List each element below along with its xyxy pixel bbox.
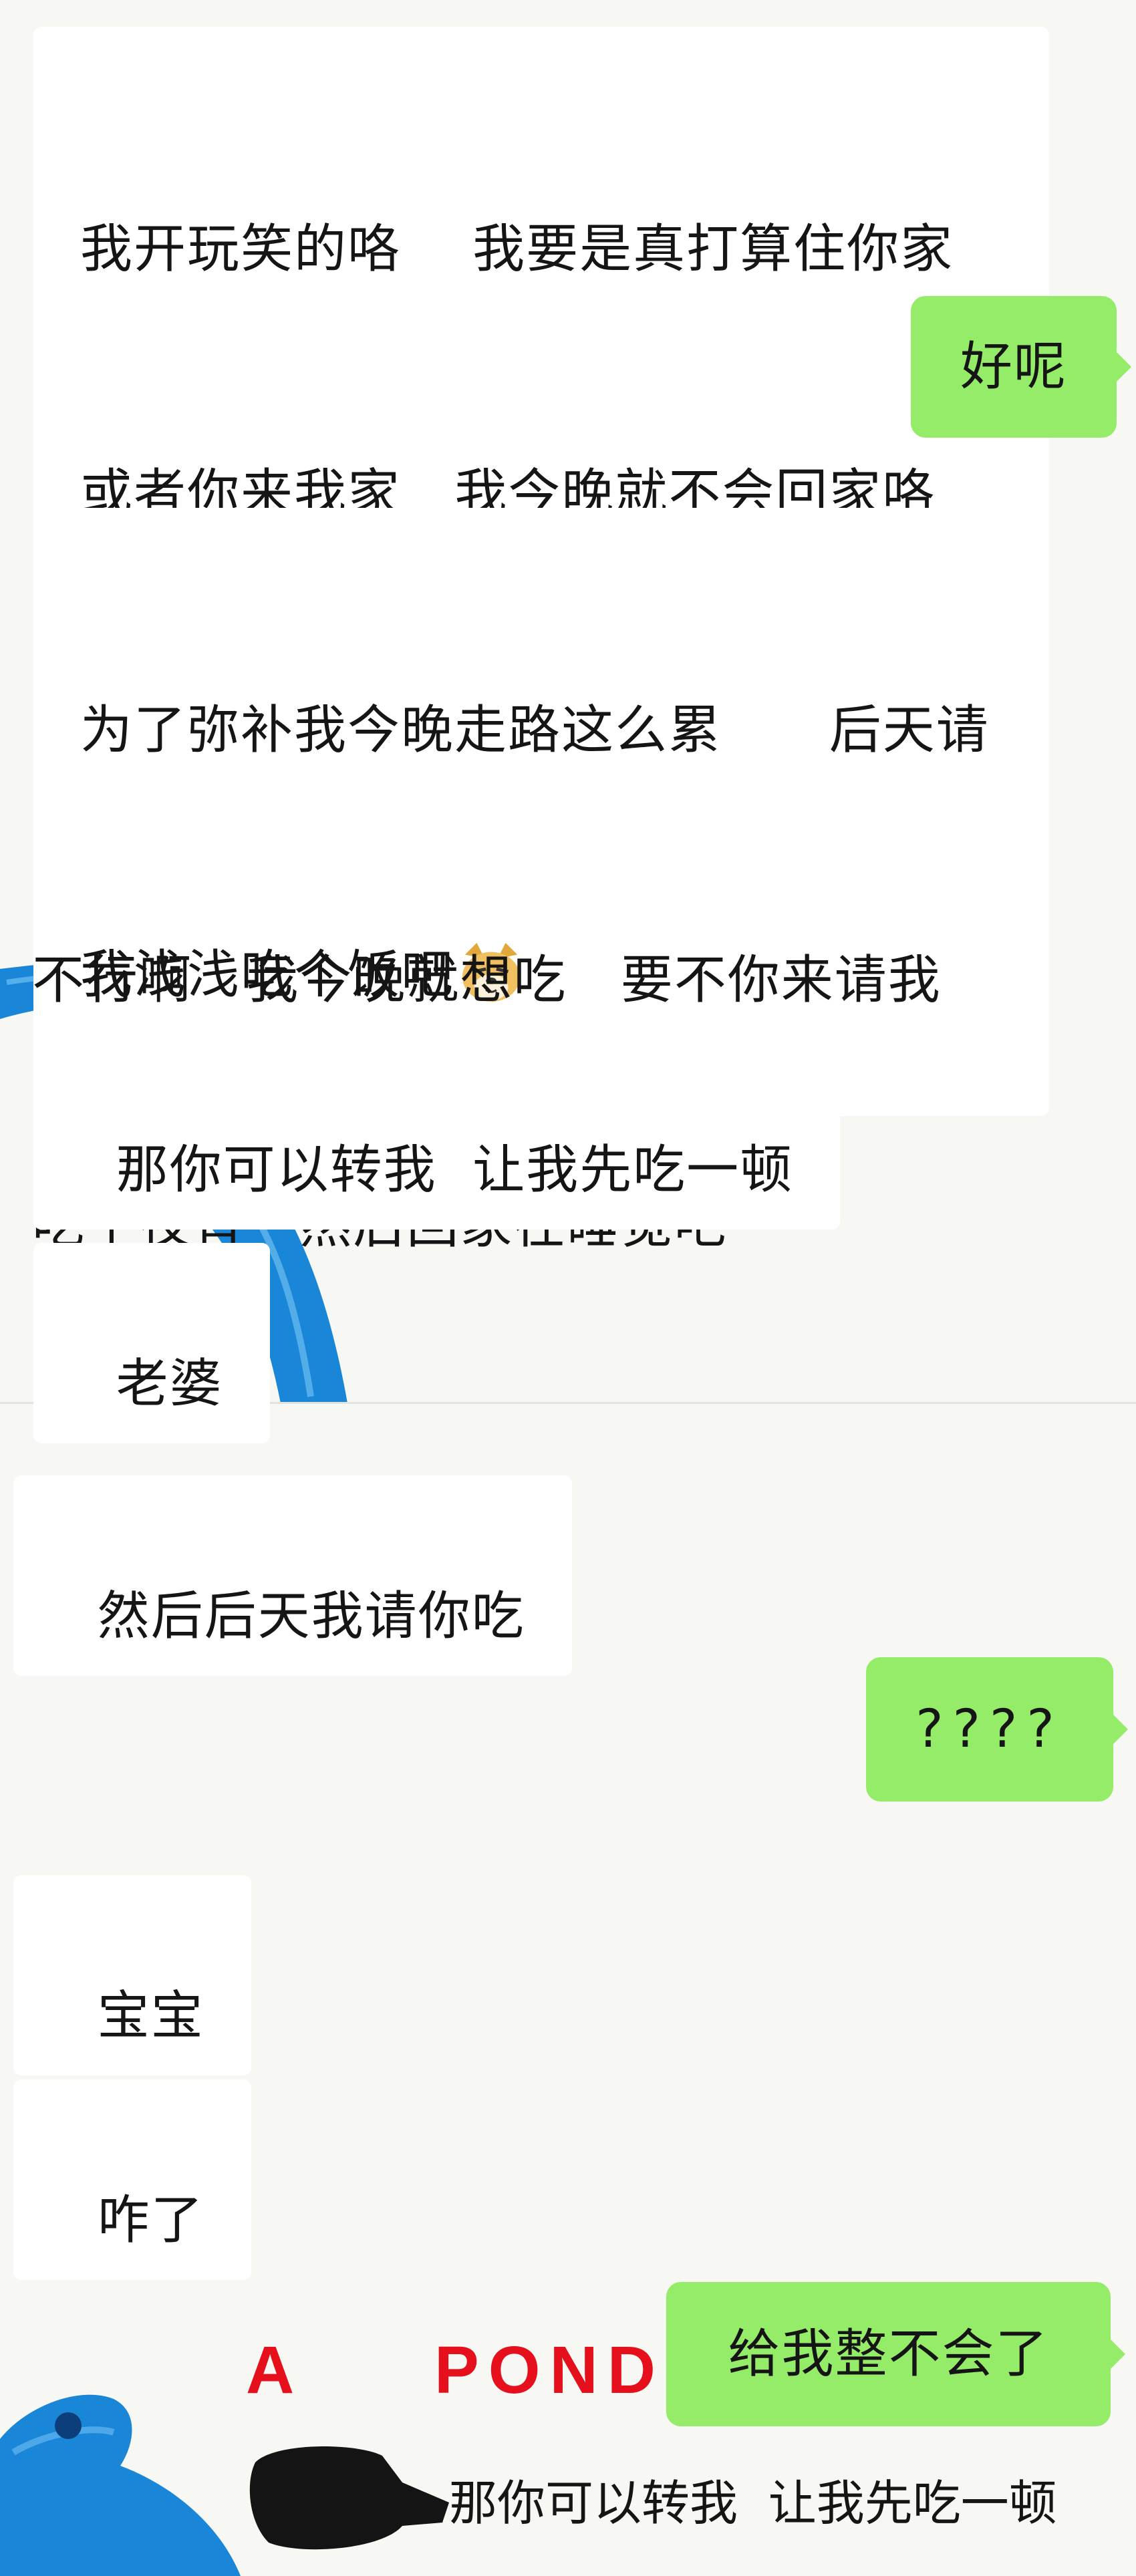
message-text: 好呢 bbox=[960, 337, 1067, 397]
incoming-message[interactable]: 然后后天我请你吃 bbox=[13, 1475, 572, 1676]
message-line: 为了弥补我今晚走路这么累 后天请 bbox=[80, 700, 990, 760]
outgoing-message[interactable]: 好呢 bbox=[911, 296, 1131, 438]
blue-paint-creature bbox=[0, 2394, 241, 2576]
outgoing-message[interactable]: ???? bbox=[866, 1657, 1128, 1802]
message-text: 咋了 bbox=[97, 2190, 204, 2251]
incoming-message[interactable]: 老婆 bbox=[33, 1243, 270, 1443]
incoming-message[interactable]: 宝宝 bbox=[13, 1875, 251, 2076]
message-text: 老婆 bbox=[116, 1354, 223, 1414]
incoming-message[interactable]: 那你可以转我 让我先吃一顿 bbox=[33, 1029, 841, 1230]
outgoing-message[interactable]: 给我整不会了 bbox=[666, 2282, 1125, 2426]
message-line: 我开玩笑的咯 我要是真打算住你家 bbox=[80, 219, 954, 279]
message-text: ???? bbox=[915, 1699, 1064, 1759]
painted-letter-a: A bbox=[246, 2333, 304, 2408]
painted-word-pond: POND bbox=[434, 2333, 665, 2408]
meme-caption: 那你可以转我 让我先吃一顿 bbox=[449, 2475, 1057, 2531]
message-text: 然后后天我请你吃 bbox=[97, 1586, 525, 1647]
message-text: 宝宝 bbox=[97, 1986, 204, 2046]
message-line: 不行啊 我今晚就想吃 要不你来请我 bbox=[32, 950, 942, 1010]
incoming-message[interactable]: 咋了 bbox=[13, 2080, 251, 2280]
redacted-figure bbox=[249, 2446, 449, 2550]
message-text: 那你可以转我 让我先吃一顿 bbox=[116, 1140, 794, 1200]
message-text: 给我整不会了 bbox=[728, 2324, 1049, 2384]
